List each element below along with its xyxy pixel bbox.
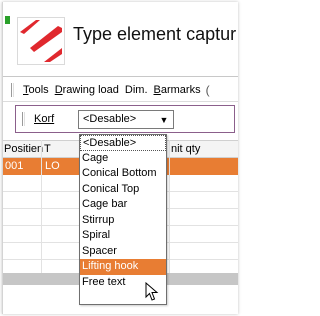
dropdown-option[interactable]: Conical Top [80,182,166,198]
menu-divider [3,101,238,102]
menu-overflow[interactable]: ( [204,83,210,97]
window-status-marker [5,16,10,24]
dropdown-option[interactable]: Cage [80,151,166,167]
dropdown-option[interactable]: <Desable> [80,135,166,151]
combo-selected-value: <Desable> [83,113,137,125]
toolbar-grip[interactable] [22,112,25,126]
column-header-position[interactable]: Positien [4,143,43,155]
dropdown-option[interactable]: Conical Bottom [80,166,166,182]
column-header-unit-qty[interactable]: nit qty [171,143,200,155]
menu-dim[interactable]: Dim. [122,84,151,96]
column-divider [169,140,170,273]
korf-label: Korf [34,113,55,125]
mouse-cursor-icon [145,282,159,301]
filter-toolbar: Korf <Desable> ▼ [15,105,235,133]
column-header-type[interactable]: T [44,143,51,155]
menu-barmarks[interactable]: Barmarks [151,84,204,96]
app-window: Type element captur Tools Drawing load D… [2,2,238,314]
title-bar: Type element captur [3,2,238,76]
app-logo-icon [17,17,65,65]
menu-bar: Tools Drawing load Dim. Barmarks ( [3,80,238,100]
cell-position: 001 [5,160,24,172]
dropdown-option[interactable]: Cage bar [80,197,166,213]
korf-type-combobox[interactable]: <Desable> ▼ [78,110,174,129]
type-dropdown-list: <Desable> Cage Conical Bottom Conical To… [79,134,167,305]
toolbar-grip[interactable] [11,83,14,97]
column-divider [41,140,42,273]
menu-drawing-load[interactable]: Drawing load [52,84,122,96]
menu-tools[interactable]: Tools [20,84,52,96]
dropdown-option[interactable]: Stirrup [80,213,166,229]
chevron-down-icon[interactable]: ▼ [158,114,170,126]
title-divider [3,76,238,77]
dropdown-option[interactable]: Spiral [80,228,166,244]
cell-type: LO [45,160,60,172]
window-title: Type element captur [73,24,237,44]
dropdown-option-highlighted[interactable]: Lifting hook [80,259,166,275]
dropdown-option[interactable]: Spacer [80,244,166,260]
logo-graphic [20,20,62,62]
